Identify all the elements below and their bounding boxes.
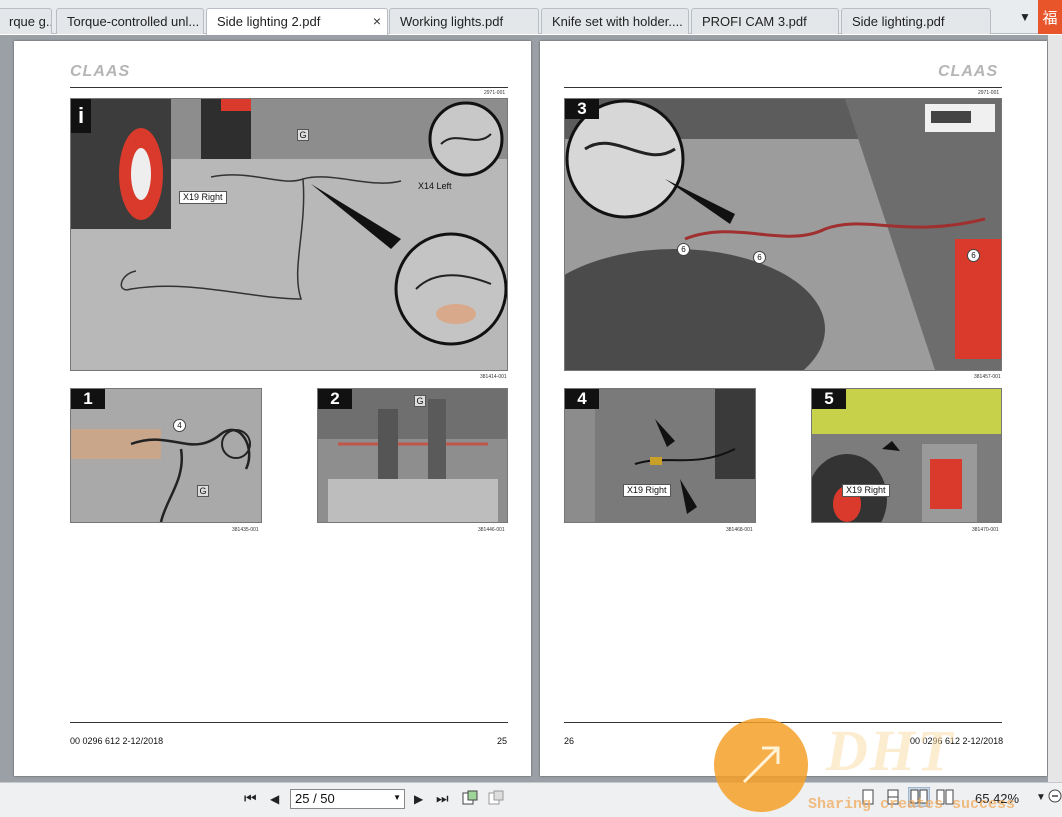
page-26: CLAAS 2971-001 3 6 6 6 381457-001 4 X19 … xyxy=(540,41,1047,776)
figure-badge: i xyxy=(71,99,91,133)
close-icon[interactable]: × xyxy=(373,13,381,29)
footer-doc-id: 00 0296 612 2-12/2018 xyxy=(70,736,164,746)
figure-badge: 3 xyxy=(565,99,599,119)
callout-6: 6 xyxy=(677,243,690,256)
figure-5: 5 X19 Right xyxy=(811,388,1002,523)
vertical-scrollbar[interactable] xyxy=(1048,35,1062,782)
next-view-icon[interactable] xyxy=(487,789,505,810)
last-page-icon[interactable]: ⏭ xyxy=(436,790,449,807)
next-page-icon[interactable]: ▶ xyxy=(414,792,423,806)
page-number-input[interactable]: 25 / 50 ▼ xyxy=(290,789,405,809)
claas-logo: CLAAS xyxy=(938,63,999,80)
tab-side-lighting-2[interactable]: Side lighting 2.pdf × xyxy=(206,8,388,35)
tab-torque-controlled[interactable]: Torque-controlled unl... xyxy=(56,8,204,34)
image-id: 381470-001 xyxy=(972,527,999,533)
chevron-down-icon[interactable]: ▼ xyxy=(393,793,401,802)
figure-badge: 4 xyxy=(565,389,599,409)
tab-label: Knife set with holder.... xyxy=(552,14,683,29)
zoom-dropdown-icon[interactable]: ▼ xyxy=(1036,792,1046,803)
prev-page-icon[interactable]: ◀ xyxy=(270,792,279,806)
tab-profi-cam-3[interactable]: PROFI CAM 3.pdf xyxy=(691,8,839,34)
watermark-logo xyxy=(714,718,808,812)
page-number: 25 xyxy=(497,736,508,746)
tab-label: Working lights.pdf xyxy=(400,14,504,29)
callout-g: G xyxy=(197,485,209,497)
arrow-icon xyxy=(742,746,780,784)
image-id: 381435-001 xyxy=(232,527,259,533)
label-x19-right: X19 Right xyxy=(179,191,227,204)
doc-number: 2971-001 xyxy=(978,90,1000,96)
callout-g: G xyxy=(414,395,426,407)
figure-badge: 1 xyxy=(71,389,105,409)
previous-view-icon[interactable] xyxy=(461,789,479,810)
label-x19-right: X19 Right xyxy=(623,484,671,497)
callout-6: 6 xyxy=(753,251,766,264)
watermark-slogan: Sharing creates success xyxy=(808,796,1016,813)
document-viewport: CLAAS 2971-001 i G X19 Right X14 Left 38… xyxy=(0,35,1062,782)
corner-badge: 福 xyxy=(1038,0,1062,34)
doc-number: 2971-001 xyxy=(484,90,506,96)
page-number-value: 25 / 50 xyxy=(295,791,335,806)
figure-2: 2 G xyxy=(317,388,508,523)
tab-bar: rque g... Torque-controlled unl... Side … xyxy=(0,0,1062,35)
main-figure-wiring-harness: i G X19 Right X14 Left xyxy=(70,98,508,371)
watermark-text: DHT xyxy=(826,718,955,783)
figure-4: 4 X19 Right xyxy=(564,388,756,523)
first-page-icon[interactable]: ⏮ xyxy=(244,790,257,807)
callout-4: 4 xyxy=(173,419,186,432)
callout-g: G xyxy=(297,129,309,141)
tab-label: rque g... xyxy=(9,14,52,29)
zoom-out-icon[interactable] xyxy=(1048,789,1062,806)
figure-1: 1 4 G xyxy=(70,388,262,523)
tab-side-lighting[interactable]: Side lighting.pdf xyxy=(841,8,991,34)
tab-torque-g[interactable]: rque g... xyxy=(0,8,52,34)
page-number: 26 xyxy=(564,736,575,746)
figure-badge: 5 xyxy=(812,389,846,409)
header-rule xyxy=(564,87,1002,88)
image-id: 381446-001 xyxy=(478,527,505,533)
tab-working-lights[interactable]: Working lights.pdf xyxy=(389,8,539,34)
image-id: 381414-001 xyxy=(480,374,507,380)
header-rule xyxy=(70,87,508,88)
tab-list-dropdown-icon[interactable]: ▼ xyxy=(1019,10,1031,24)
image-id: 381457-001 xyxy=(974,374,1001,380)
callout-6: 6 xyxy=(967,249,980,262)
image-id: 381468-001 xyxy=(726,527,753,533)
tab-knife-set[interactable]: Knife set with holder.... xyxy=(541,8,689,34)
tab-label: PROFI CAM 3.pdf xyxy=(702,14,807,29)
tab-label: Side lighting 2.pdf xyxy=(217,14,321,29)
tab-label: Side lighting.pdf xyxy=(852,14,945,29)
footer-rule xyxy=(70,722,508,723)
tab-label: Torque-controlled unl... xyxy=(67,14,200,29)
claas-logo: CLAAS xyxy=(70,63,131,80)
figure-3-photo xyxy=(565,99,1001,370)
figure-badge: 2 xyxy=(318,389,352,409)
page-25: CLAAS 2971-001 i G X19 Right X14 Left 38… xyxy=(14,41,531,776)
label-x14-left: X14 Left xyxy=(418,181,452,191)
figure-3: 3 6 6 6 xyxy=(564,98,1002,371)
harness-photo xyxy=(71,99,507,370)
label-x19-right: X19 Right xyxy=(842,484,890,497)
